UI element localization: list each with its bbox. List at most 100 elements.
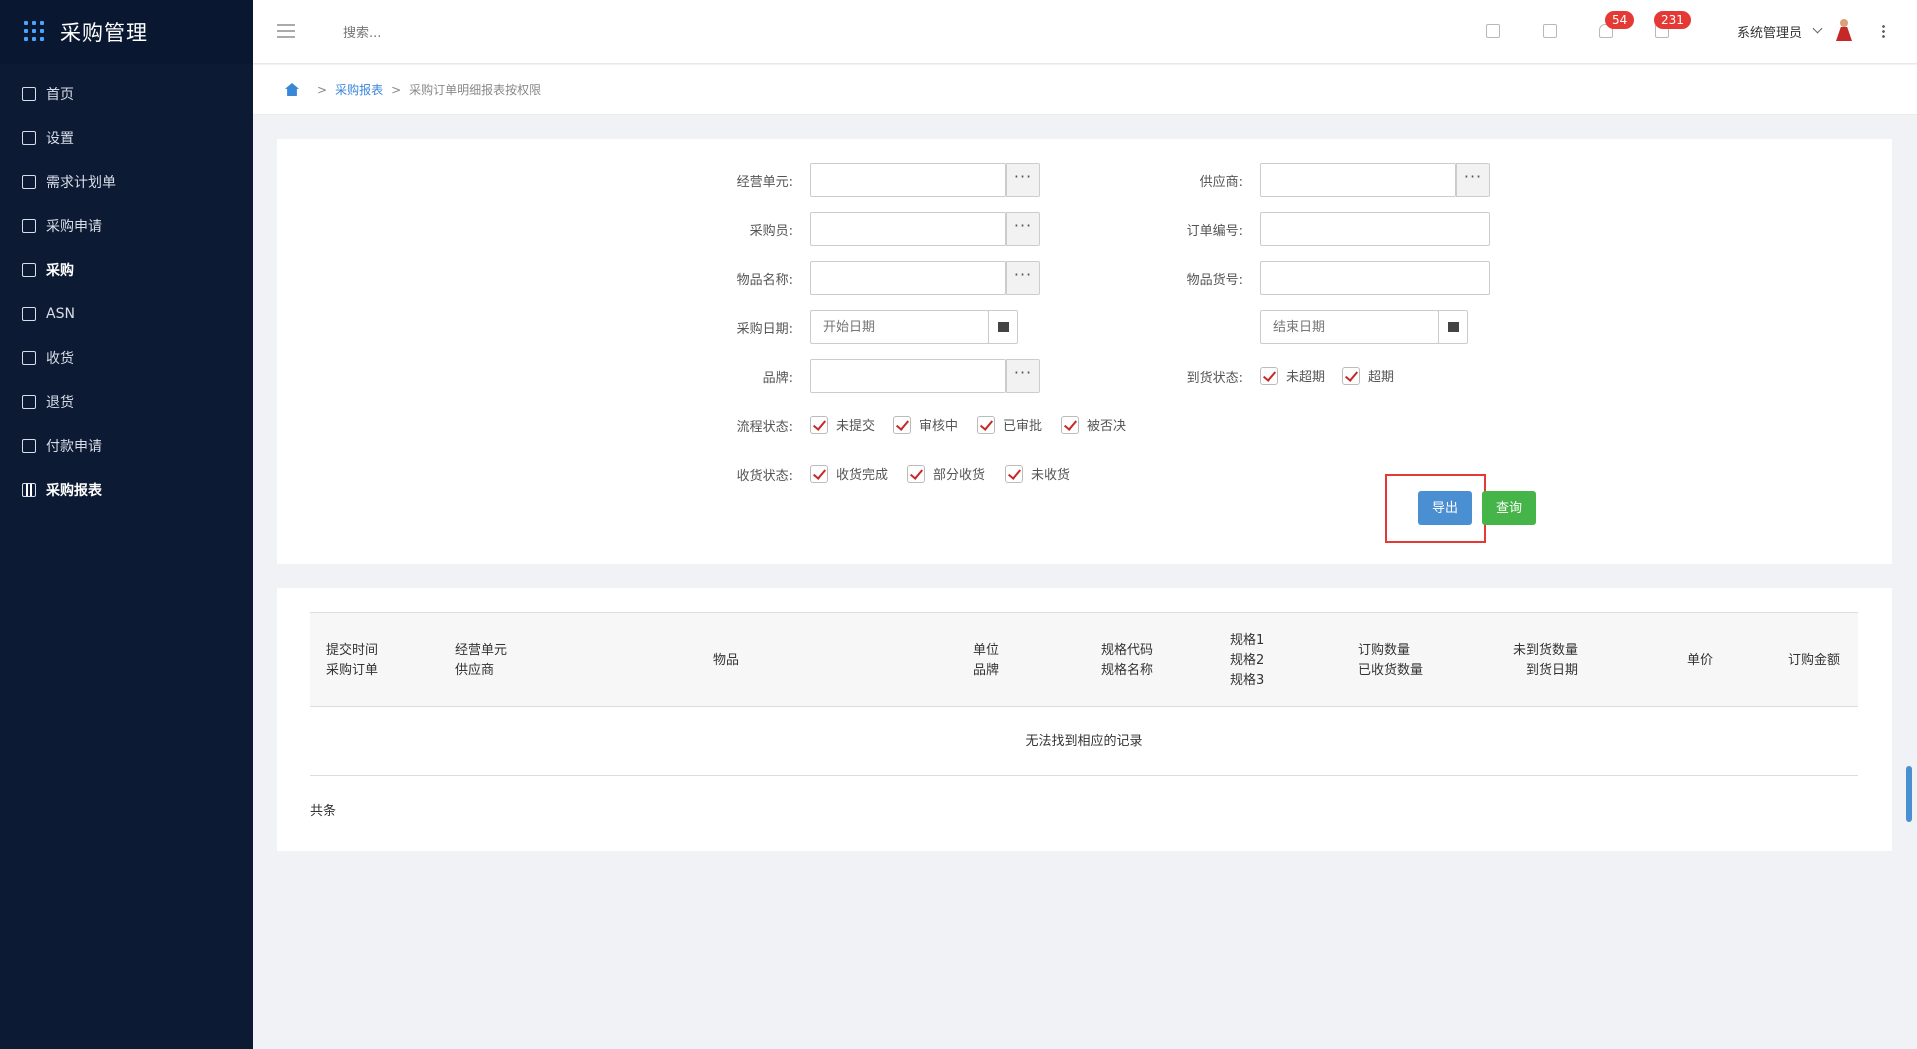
order-no-input[interactable] — [1261, 213, 1489, 245]
brand-input[interactable] — [811, 360, 1005, 392]
sidebar-item-returns[interactable]: 退货 — [0, 380, 253, 424]
sidebar-item-purchase-report[interactable]: 采购报表 — [0, 468, 253, 512]
chevron-down-icon[interactable] — [1812, 23, 1823, 34]
sidebar-item-label: 需求计划单 — [46, 175, 116, 191]
search-input[interactable] — [343, 22, 543, 44]
sidebar-item-label: 采购 — [46, 263, 74, 279]
receipt-partial-checkbox[interactable]: 部分收货 — [907, 464, 985, 483]
checkbox-checked-icon[interactable] — [907, 464, 925, 483]
sidebar-item-purchase-request[interactable]: 采购申请 — [0, 204, 253, 248]
export-button[interactable]: 导出 — [1418, 491, 1472, 525]
sidebar-item-demand-plan[interactable]: 需求计划单 — [0, 160, 253, 204]
column-header-line: 供应商 — [455, 662, 495, 678]
column-header-line: 物品 — [713, 652, 740, 668]
item-name-input[interactable] — [811, 262, 1005, 294]
brand: 采购管理 — [0, 0, 253, 64]
scrollbar-thumb[interactable] — [1906, 766, 1912, 822]
end-date-field[interactable] — [1260, 310, 1439, 344]
checkbox-label: 未收货 — [1031, 468, 1071, 483]
column-header-line: 品牌 — [973, 662, 1000, 678]
start-date-field[interactable] — [810, 310, 989, 344]
column-header-line: 采购订单 — [326, 662, 379, 678]
column-header-specs[interactable]: 规格1 规格2 规格3 — [1230, 613, 1264, 708]
column-header-order-qty[interactable]: 订购数量 已收货数量 — [1358, 613, 1423, 708]
table-header: 提交时间 采购订单 经营单元 供应商 物品 单位 品牌 规格代码 规格名称 规格… — [310, 612, 1858, 707]
item-code-input[interactable] — [1261, 262, 1489, 294]
start-date-calendar-button[interactable] — [988, 310, 1018, 344]
supplier-lookup-button[interactable]: ··· — [1456, 163, 1490, 197]
breadcrumb-link-report[interactable]: 采购报表 — [335, 81, 383, 98]
avatar[interactable] — [1836, 19, 1852, 43]
more-vertical-icon[interactable] — [1882, 24, 1885, 38]
checkbox-checked-icon[interactable] — [1260, 366, 1278, 385]
column-header-business-unit[interactable]: 经营单元 供应商 — [455, 613, 507, 708]
apps-grid-icon[interactable] — [24, 21, 46, 43]
checkbox-checked-icon[interactable] — [1342, 366, 1360, 385]
column-header-item[interactable]: 物品 — [713, 613, 739, 708]
flow-rejected-checkbox[interactable]: 被否决 — [1061, 415, 1126, 434]
column-header-line: 规格3 — [1230, 672, 1265, 688]
clipboard-icon — [22, 219, 36, 233]
column-header-undelivered-qty[interactable]: 未到货数量 到货日期 — [1513, 613, 1578, 708]
sidebar-item-label: 设置 — [46, 131, 74, 147]
breadcrumb-separator: > — [317, 82, 328, 97]
receipt-none-checkbox[interactable]: 未收货 — [1005, 464, 1070, 483]
buyer-lookup-button[interactable]: ··· — [1006, 212, 1040, 246]
start-date-input[interactable] — [811, 311, 988, 343]
checkbox-checked-icon[interactable] — [1061, 415, 1079, 434]
menu-toggle-icon[interactable] — [277, 24, 295, 38]
column-header-submit-time[interactable]: 提交时间 采购订单 — [326, 613, 378, 708]
sidebar-item-settings[interactable]: 设置 — [0, 116, 253, 160]
item-name-lookup-button[interactable]: ··· — [1006, 261, 1040, 295]
column-header-unit-price[interactable]: 单价 — [1687, 613, 1713, 708]
arrival-overdue-checkbox[interactable]: 超期 — [1342, 366, 1394, 385]
truck-icon — [22, 307, 36, 321]
column-header-spec-code[interactable]: 规格代码 规格名称 — [1101, 613, 1153, 708]
buyer-input[interactable] — [811, 213, 1005, 245]
flow-reviewing-checkbox[interactable]: 审核中 — [893, 415, 958, 434]
flow-approved-checkbox[interactable]: 已审批 — [977, 415, 1042, 434]
checkbox-label: 未超期 — [1286, 370, 1326, 385]
checkbox-checked-icon[interactable] — [893, 415, 911, 434]
brand-field[interactable] — [810, 359, 1006, 393]
item-name-field[interactable] — [810, 261, 1006, 295]
list-icon — [22, 263, 36, 277]
sidebar-item-home[interactable]: 首页 — [0, 72, 253, 116]
buyer-field[interactable] — [810, 212, 1006, 246]
receipt-complete-checkbox[interactable]: 收货完成 — [810, 464, 888, 483]
sidebar-item-label: ASN — [46, 306, 75, 322]
apps-icon[interactable] — [1543, 24, 1557, 38]
home-icon[interactable] — [1486, 24, 1500, 38]
item-code-field[interactable] — [1260, 261, 1490, 295]
sidebar-item-payment-request[interactable]: 付款申请 — [0, 424, 253, 468]
checkbox-checked-icon[interactable] — [810, 415, 828, 434]
business-unit-lookup-button[interactable]: ··· — [1006, 163, 1040, 197]
supplier-input[interactable] — [1261, 164, 1455, 196]
supplier-field[interactable] — [1260, 163, 1456, 197]
sidebar-item-receiving[interactable]: 收货 — [0, 336, 253, 380]
query-button[interactable]: 查询 — [1482, 491, 1536, 525]
flow-not-submitted-checkbox[interactable]: 未提交 — [810, 415, 875, 434]
column-header-unit[interactable]: 单位 品牌 — [973, 613, 999, 708]
home-icon[interactable] — [285, 83, 299, 96]
checkbox-checked-icon[interactable] — [810, 464, 828, 483]
column-header-order-amount[interactable]: 订购金额 — [1788, 613, 1840, 708]
sidebar-item-purchase[interactable]: 采购 — [0, 248, 253, 292]
checkbox-checked-icon[interactable] — [977, 415, 995, 434]
inbox-icon — [22, 351, 36, 365]
sidebar-item-asn[interactable]: ASN — [0, 292, 253, 336]
purchase-date-label: 采购日期: — [736, 322, 793, 337]
end-date-input[interactable] — [1261, 311, 1438, 343]
order-no-field[interactable] — [1260, 212, 1490, 246]
column-header-line: 订购金额 — [1788, 652, 1841, 668]
business-unit-field[interactable] — [810, 163, 1006, 197]
sidebar-item-label: 采购申请 — [46, 219, 102, 235]
checkbox-checked-icon[interactable] — [1005, 464, 1023, 483]
column-header-line: 单价 — [1687, 652, 1714, 668]
arrival-not-overdue-checkbox[interactable]: 未超期 — [1260, 366, 1325, 385]
brand-lookup-button[interactable]: ··· — [1006, 359, 1040, 393]
end-date-calendar-button[interactable] — [1438, 310, 1468, 344]
business-unit-input[interactable] — [811, 164, 1005, 196]
checkbox-label: 已审批 — [1003, 419, 1043, 434]
user-name[interactable]: 系统管理员 — [1737, 22, 1802, 41]
